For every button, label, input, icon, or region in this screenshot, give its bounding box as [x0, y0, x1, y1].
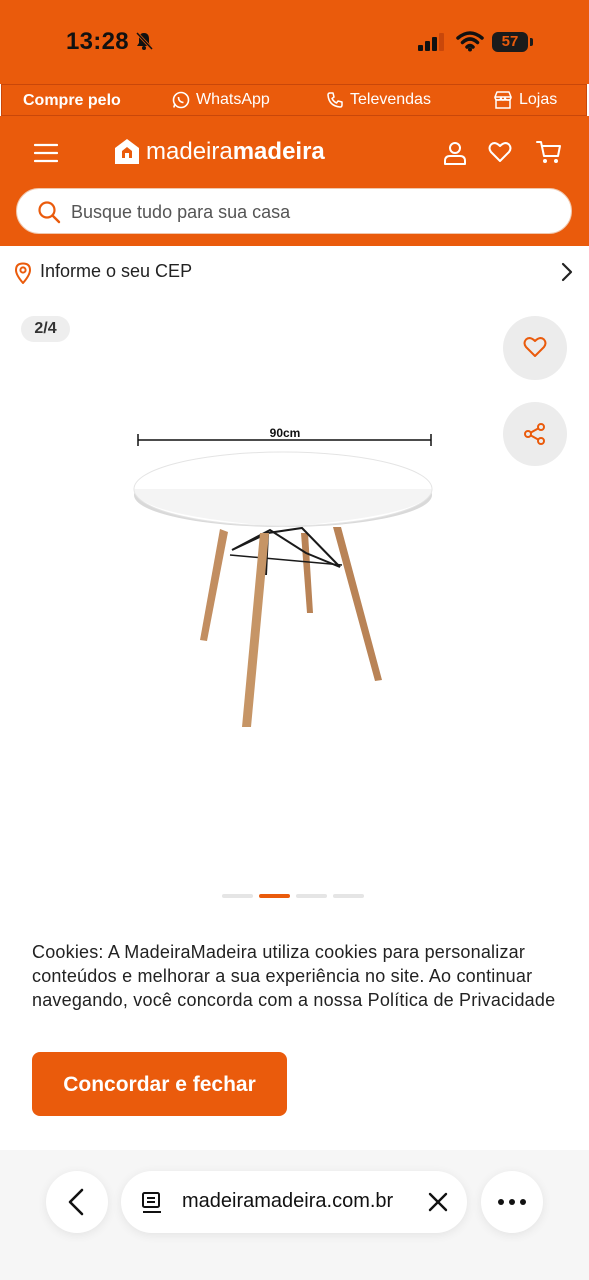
carousel-dot-3[interactable] — [296, 894, 327, 898]
address-bar[interactable]: madeiramadeira.com.br — [121, 1171, 467, 1233]
search-bar[interactable]: Busque tudo para sua casa — [16, 188, 572, 234]
dimension-label: 90cm — [270, 426, 301, 440]
bell-muted-icon — [135, 31, 154, 51]
location-pin-icon — [14, 262, 32, 284]
televendas-link[interactable]: Televendas — [326, 91, 431, 109]
more-options-button[interactable] — [481, 1171, 543, 1233]
whatsapp-icon — [172, 91, 190, 109]
close-icon[interactable] — [428, 1192, 448, 1212]
carousel-dot-1[interactable] — [222, 894, 253, 898]
status-time: 13:28 — [66, 28, 129, 55]
share-icon — [524, 423, 545, 445]
phone-icon — [327, 92, 343, 108]
house-logo-icon — [115, 139, 139, 164]
televendas-label: Televendas — [350, 91, 431, 108]
more-dots-icon — [498, 1199, 526, 1205]
search-input[interactable]: Busque tudo para sua casa — [71, 202, 290, 223]
user-icon[interactable] — [443, 141, 467, 165]
url-text[interactable]: madeiramadeira.com.br — [182, 1190, 393, 1213]
agree-and-close-button[interactable]: Concordar e fechar — [32, 1052, 287, 1116]
logo-text-bold: madeira — [232, 138, 325, 165]
contact-bar: Compre pelo WhatsApp Televendas Lojas — [1, 84, 587, 116]
contact-bar-label: Compre pelo — [23, 92, 121, 109]
battery-tip — [530, 38, 533, 46]
product-image-round-table[interactable]: 90cm — [120, 415, 450, 735]
chevron-right-icon[interactable] — [560, 262, 574, 282]
battery-indicator: 57 — [492, 32, 528, 52]
wifi-icon — [456, 31, 484, 52]
madeiramadeira-logo[interactable]: madeiramadeira — [114, 138, 325, 166]
wishlist-heart-icon[interactable] — [488, 141, 512, 163]
favorite-button[interactable] — [503, 316, 567, 380]
logo-text-light: madeira — [146, 138, 233, 165]
menu-icon[interactable] — [34, 143, 58, 163]
share-button[interactable] — [503, 402, 567, 466]
store-icon — [494, 91, 512, 109]
cookie-notice-text: Cookies: A MadeiraMadeira utiliza cookie… — [32, 942, 556, 1010]
cart-icon[interactable] — [536, 140, 562, 166]
carousel-dots — [222, 894, 364, 898]
carousel-dot-2-active[interactable] — [259, 894, 290, 898]
cep-label[interactable]: Informe o seu CEP — [40, 261, 192, 282]
page-tab-icon — [142, 1192, 161, 1213]
whatsapp-link[interactable]: WhatsApp — [172, 91, 270, 109]
cellular-signal-icon — [418, 33, 444, 51]
carousel-dot-4[interactable] — [333, 894, 364, 898]
heart-icon — [523, 337, 547, 357]
chevron-left-icon — [68, 1188, 84, 1216]
search-icon — [38, 201, 61, 224]
lojas-link[interactable]: Lojas — [493, 91, 557, 109]
lojas-label: Lojas — [519, 91, 558, 108]
whatsapp-label: WhatsApp — [196, 91, 270, 108]
image-counter: 2/4 — [21, 316, 70, 342]
browser-back-button[interactable] — [46, 1171, 108, 1233]
